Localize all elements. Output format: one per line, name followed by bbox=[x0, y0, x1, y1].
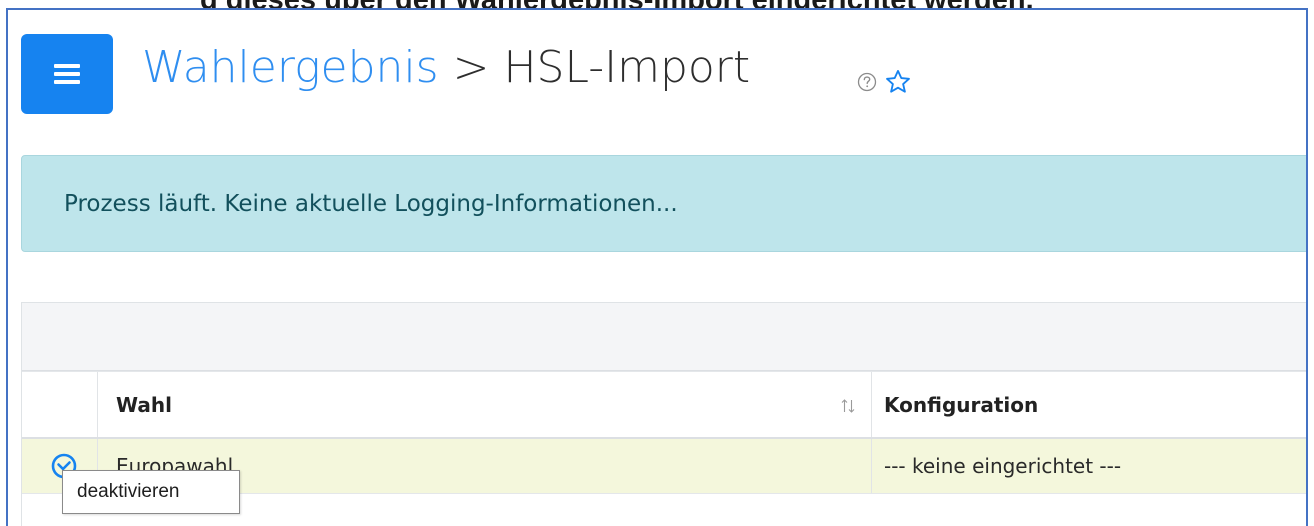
table-header-row: Wahl Konfiguration bbox=[22, 371, 1306, 439]
alert-message: Prozess läuft. Keine aktuelle Logging-In… bbox=[64, 191, 678, 217]
breadcrumb-current: HSL-Import bbox=[503, 42, 751, 93]
page-title: Wahlergebnis > HSL-Import bbox=[142, 38, 750, 98]
tooltip-text: deaktivieren bbox=[77, 481, 180, 502]
star-outline-icon[interactable] bbox=[884, 68, 912, 96]
column-header-konfiguration[interactable]: Konfiguration bbox=[884, 372, 1038, 438]
table-toolbar bbox=[22, 303, 1306, 371]
breadcrumb-separator: > bbox=[452, 42, 490, 93]
app-window: Wahlergebnis > HSL-Import Prozess läuft. K… bbox=[6, 8, 1308, 526]
cell-konfiguration: --- keine eingerichtet --- bbox=[884, 454, 1122, 478]
sort-icon[interactable] bbox=[840, 397, 856, 415]
tooltip: deaktivieren bbox=[62, 470, 240, 514]
breadcrumb-link-wahlergebnis[interactable]: Wahlergebnis bbox=[142, 42, 439, 93]
info-alert: Prozess läuft. Keine aktuelle Logging-In… bbox=[21, 155, 1306, 252]
menu-button[interactable] bbox=[21, 34, 113, 114]
column-header-wahl[interactable]: Wahl bbox=[116, 372, 172, 438]
question-circle-icon[interactable] bbox=[857, 72, 877, 92]
